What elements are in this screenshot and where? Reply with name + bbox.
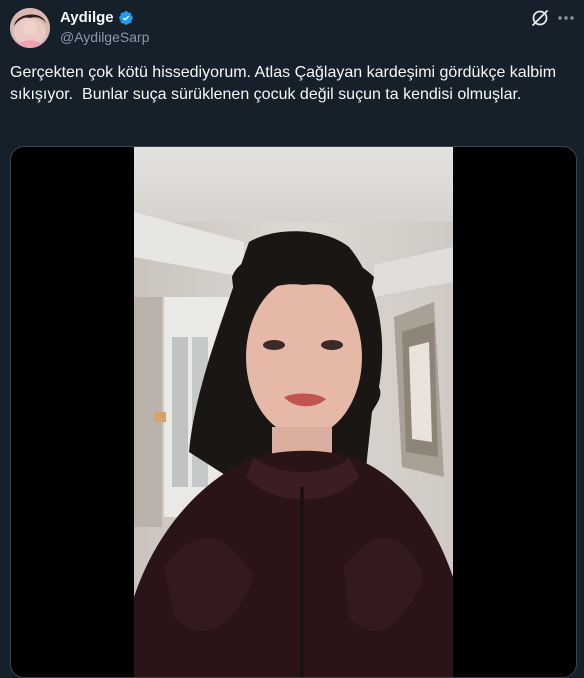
avatar-photo-icon — [10, 8, 50, 48]
tweet-text: Gerçekten çok kötü hissediyorum. Atlas Ç… — [10, 64, 561, 103]
author-name-row[interactable]: Aydilge — [60, 9, 134, 26]
author-handle[interactable]: @AydilgeSarp — [60, 29, 149, 45]
video-player[interactable] — [134, 147, 453, 677]
grok-button[interactable] — [529, 7, 551, 29]
media-container[interactable] — [10, 146, 577, 678]
tweet: Aydilge @AydilgeSarp Gerçekten çok kötü … — [0, 0, 584, 678]
video-frame-icon — [134, 147, 453, 677]
more-options-button[interactable] — [555, 7, 577, 29]
verified-badge-icon — [118, 10, 134, 26]
more-icon — [558, 16, 574, 20]
avatar[interactable] — [10, 8, 50, 48]
grok-icon — [532, 10, 548, 26]
display-name[interactable]: Aydilge — [60, 9, 114, 26]
